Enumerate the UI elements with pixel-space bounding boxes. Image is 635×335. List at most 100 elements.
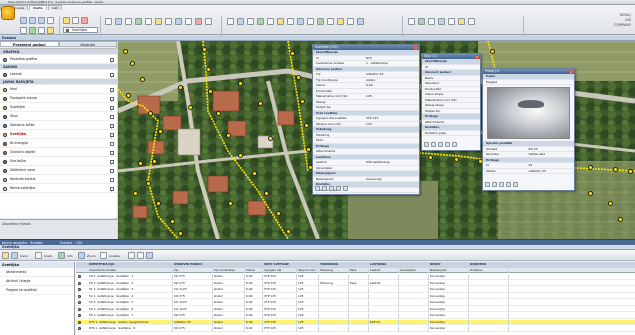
layer-visibility-checkbox[interactable] xyxy=(110,123,114,129)
edit-14-icon[interactable] xyxy=(357,18,364,25)
table-column-header-cell[interactable]: Tokokrog xyxy=(319,267,349,273)
tool-9-icon[interactable] xyxy=(185,18,192,25)
luminaire-point-icon[interactable] xyxy=(140,77,145,82)
luminaire-point-icon[interactable] xyxy=(123,49,128,54)
popup-prilog[interactable]: Prilog (1) ✕ Popis Pregled Splošni podatki Oz… xyxy=(482,68,575,191)
popup-action-icon[interactable] xyxy=(431,142,436,147)
layer-visibility-checkbox[interactable] xyxy=(110,105,114,111)
luminaire-point-icon[interactable] xyxy=(138,161,143,166)
view-5-icon[interactable] xyxy=(448,18,455,25)
table-row[interactable]: 50 1. Asfaltiranje · Svetiljka · 2 UD 275… xyxy=(76,280,635,286)
popup-action-icon[interactable] xyxy=(343,186,348,191)
luminaire-point-icon[interactable] xyxy=(158,129,163,134)
tool-8-icon[interactable] xyxy=(175,18,182,25)
lamp-icon[interactable] xyxy=(2,252,9,259)
luminaire-point-icon[interactable] xyxy=(454,157,459,162)
tool-10-icon[interactable] xyxy=(195,18,202,25)
table-row[interactable]: 49 1. Asfaltiranje · Svetiljka · 1 UD 275… xyxy=(76,274,635,280)
popup-action-icon[interactable] xyxy=(438,142,443,147)
luminaire-point-icon[interactable] xyxy=(428,155,433,160)
popup-field[interactable]: Dodatno polje xyxy=(422,131,480,136)
app-logo-icon[interactable] xyxy=(1,6,15,20)
luminaire-point-icon[interactable] xyxy=(216,111,221,116)
tab-karta[interactable]: Karta xyxy=(29,5,47,10)
luminaire-point-icon[interactable] xyxy=(202,47,207,52)
luminaire-point-icon[interactable] xyxy=(264,191,269,196)
table-column-header-cell[interactable]: Tip montiranja xyxy=(213,267,245,273)
layer-visibility-checkbox[interactable] xyxy=(110,132,114,138)
popup-svetiljka[interactable]: Svetiljka (101) ✕ Identifikacija Id 875 Inven… xyxy=(312,44,420,195)
table-column-header-cell[interactable]: Višina xyxy=(245,267,263,273)
table-column-header-cell[interactable]: Tip xyxy=(173,267,213,273)
luminaire-point-icon[interactable] xyxy=(178,231,183,236)
layer-item[interactable]: Zamjena točke xyxy=(0,121,117,130)
tool-2-icon[interactable] xyxy=(115,18,122,25)
luminaire-point-icon[interactable] xyxy=(628,169,633,174)
close-icon[interactable]: ✕ xyxy=(569,69,573,74)
popup-action-icon[interactable] xyxy=(336,186,341,191)
edit-8-icon[interactable] xyxy=(297,18,304,25)
pan-icon[interactable] xyxy=(20,17,27,24)
luminaire-point-icon[interactable] xyxy=(252,171,257,176)
layer-visibility-checkbox[interactable] xyxy=(110,159,114,165)
layer-item[interactable]: Svetiljka xyxy=(0,130,117,139)
table-row[interactable]: 52 1. Asfaltiranje · Svetiljka · 4 UD 275… xyxy=(76,293,635,299)
tool-5-icon[interactable] xyxy=(145,18,152,25)
table-column-header-cell[interactable]: Upravljalec xyxy=(399,267,429,273)
table-row[interactable]: 54 1. Asfaltiranje · Svetiljka · 6 CO 112… xyxy=(76,306,635,312)
zoom-out-icon[interactable] xyxy=(38,17,45,24)
refresh-icon[interactable] xyxy=(29,27,36,34)
popup-action-icon[interactable] xyxy=(492,182,497,187)
layer-item[interactable]: Sve točke xyxy=(0,157,117,166)
edit-row-icon[interactable] xyxy=(35,252,42,259)
tab-alati[interactable]: Alati xyxy=(47,5,63,10)
map-view[interactable]: Svetiljka (101) ✕ Identifikacija Id 875 Inven… xyxy=(118,41,635,239)
luminaire-point-icon[interactable] xyxy=(156,201,161,206)
popup-action-icon[interactable] xyxy=(329,186,334,191)
luminaire-point-icon[interactable] xyxy=(170,219,175,224)
layer-item[interactable]: Lastnik xyxy=(0,70,117,79)
layer-visibility-checkbox[interactable] xyxy=(110,87,114,93)
analysis-icon[interactable] xyxy=(100,252,107,259)
popup-action-icon[interactable] xyxy=(499,182,504,187)
info-label[interactable]: Info xyxy=(67,254,73,258)
export-label[interactable]: Izvoz xyxy=(20,254,28,258)
layer-item[interactable]: Postojeće stanje xyxy=(0,94,117,103)
layer-item[interactable]: Granični objekt xyxy=(0,148,117,157)
luminaire-point-icon[interactable] xyxy=(304,123,309,128)
luminaire-point-icon[interactable] xyxy=(228,201,233,206)
popup-action-icon[interactable] xyxy=(445,142,450,147)
layer-item[interactable]: Kontrola svjetla xyxy=(0,175,117,184)
luminaire-point-icon[interactable] xyxy=(126,93,131,98)
zoom-row-icon[interactable] xyxy=(78,252,85,259)
layer-icon[interactable] xyxy=(63,17,70,24)
view-4-icon[interactable] xyxy=(438,18,445,25)
edit-5-icon[interactable] xyxy=(267,18,274,25)
popup-action-icon[interactable] xyxy=(315,186,320,191)
luminaire-point-icon[interactable] xyxy=(258,101,263,106)
popup-field[interactable]: Pregled xyxy=(483,80,574,85)
luminaire-point-icon[interactable] xyxy=(188,105,193,110)
tab-prostorni-podaci[interactable]: Prostorni podaci xyxy=(0,41,59,47)
luminaire-point-icon[interactable] xyxy=(206,67,211,72)
export-icon[interactable] xyxy=(11,252,18,259)
layer-visibility-checkbox[interactable] xyxy=(110,168,114,173)
tool-11-icon[interactable] xyxy=(205,18,212,25)
sort-icon[interactable] xyxy=(137,252,144,259)
luminaire-point-icon[interactable] xyxy=(238,153,243,158)
table-row[interactable]: 875 1. Asfaltiranje · Gubec, ljevgo/Srbi… xyxy=(76,319,635,325)
luminaire-point-icon[interactable] xyxy=(286,229,291,234)
popup-action-icon[interactable] xyxy=(322,186,327,191)
tab-kontrole[interactable]: Kontrole xyxy=(58,41,117,47)
luminaire-point-icon[interactable] xyxy=(152,159,157,164)
tool-4-icon[interactable] xyxy=(135,18,142,25)
luminaire-point-icon[interactable] xyxy=(238,81,243,86)
view-1-icon[interactable] xyxy=(408,18,415,25)
table-row[interactable]: 51 1. Asfaltiranje · Svetiljka · 3 CO 112… xyxy=(76,287,635,293)
luminaire-point-icon[interactable] xyxy=(130,61,135,66)
attribute-nav-item[interactable]: Atributi i stanje xyxy=(0,277,74,286)
luminaire-point-icon[interactable] xyxy=(146,181,151,186)
edit-12-icon[interactable] xyxy=(337,18,344,25)
edit-10-icon[interactable] xyxy=(317,18,324,25)
luminaire-point-icon[interactable] xyxy=(268,136,273,141)
